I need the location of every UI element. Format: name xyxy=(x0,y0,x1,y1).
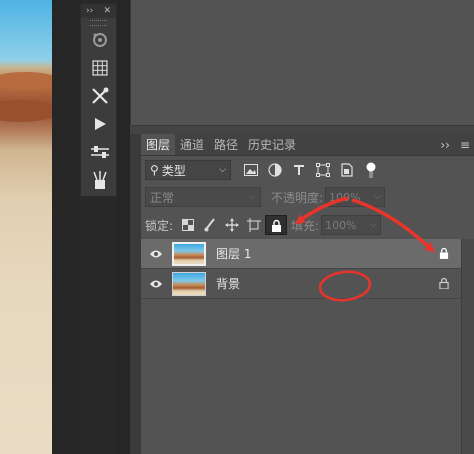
three-d-icon[interactable] xyxy=(81,26,118,54)
canvas-dune xyxy=(0,100,60,122)
opacity-label: 不透明度: xyxy=(271,190,324,205)
layer-thumbnail xyxy=(172,271,206,296)
tools-brush-icon[interactable] xyxy=(81,82,118,110)
layers-panel: 图层 通道 路径 历史记录 ›› ≡ ⚲ 类型 ⌵ 正常 ⌵ 不透明度: 100… xyxy=(141,134,474,454)
document-canvas[interactable] xyxy=(0,0,60,454)
upper-panel-area xyxy=(130,0,474,126)
layer-row[interactable]: 图层 1 xyxy=(141,239,461,269)
lock-all-icon[interactable] xyxy=(265,215,288,235)
panel-edge xyxy=(130,134,141,454)
opacity-value: 100% xyxy=(329,190,361,204)
tool-strip-panel: ›› ✕ xyxy=(80,3,117,197)
lock-transparent-pixels-icon[interactable] xyxy=(177,215,199,235)
filter-toggle-icon[interactable] xyxy=(359,160,383,180)
filter-kind-select[interactable]: ⚲ 类型 ⌵ xyxy=(145,160,231,180)
tab-channels[interactable]: 通道 xyxy=(175,134,209,155)
layer-lock-icon xyxy=(439,247,449,262)
panel-tab-bar: 图层 通道 路径 历史记录 ›› ≡ xyxy=(141,134,474,156)
visibility-eye-icon[interactable] xyxy=(141,279,171,289)
scrollbar[interactable] xyxy=(461,239,474,454)
grid-icon[interactable] xyxy=(81,54,118,82)
tab-layers[interactable]: 图层 xyxy=(141,134,176,155)
lock-image-pixels-icon[interactable] xyxy=(199,215,221,235)
adjustment-filter-icon[interactable] xyxy=(263,160,287,180)
tool-strip-header: ›› ✕ xyxy=(81,4,116,18)
lock-artboard-icon[interactable] xyxy=(243,215,265,235)
visibility-eye-icon[interactable] xyxy=(141,249,171,259)
fill-value: 100% xyxy=(325,218,357,232)
blend-row: 正常 ⌵ 不透明度: 100% ⌵ xyxy=(145,187,386,207)
chevron-down-icon: ⌵ xyxy=(219,165,226,175)
fill-field[interactable]: 100% ⌵ xyxy=(321,215,382,235)
layer-thumbnail xyxy=(172,241,206,266)
tab-history[interactable]: 历史记录 xyxy=(243,134,301,155)
layer-name[interactable]: 背景 xyxy=(216,275,240,292)
blend-mode-select[interactable]: 正常 ⌵ xyxy=(145,187,261,207)
lock-position-icon[interactable] xyxy=(221,215,243,235)
smart-object-filter-icon[interactable] xyxy=(335,160,359,180)
layer-name[interactable]: 图层 1 xyxy=(216,245,251,262)
tab-paths[interactable]: 路径 xyxy=(209,134,243,155)
lock-label: 锁定: xyxy=(145,218,174,233)
expand-panel-icon[interactable]: ›› xyxy=(440,138,450,152)
layer-lock-icon xyxy=(439,277,449,292)
shape-filter-icon[interactable] xyxy=(311,160,335,180)
blend-mode-value: 正常 xyxy=(150,190,175,205)
filter-row: ⚲ 类型 ⌵ xyxy=(145,160,383,180)
brush-presets-icon[interactable] xyxy=(81,166,118,194)
adjust-sliders-icon[interactable] xyxy=(81,138,118,166)
layer-list: 图层 1 背景 xyxy=(141,239,461,299)
filter-kind-label: 类型 xyxy=(161,163,186,178)
panel-gutter xyxy=(117,0,130,454)
chevron-down-icon: ⌵ xyxy=(370,220,378,230)
layer-row[interactable]: 背景 xyxy=(141,269,461,299)
workspace-background xyxy=(52,0,80,454)
text-filter-icon[interactable] xyxy=(287,160,311,180)
close-icon[interactable]: ✕ xyxy=(103,6,111,16)
panel-menu-icon[interactable]: ≡ xyxy=(460,138,470,152)
play-icon[interactable] xyxy=(81,110,118,138)
chevron-down-icon: ⌵ xyxy=(249,192,256,202)
layer-list-empty-area xyxy=(141,299,461,454)
collapse-icon[interactable]: ›› xyxy=(86,6,93,16)
search-icon: ⚲ xyxy=(150,163,159,177)
fill-label: 填充: xyxy=(291,218,320,233)
opacity-field[interactable]: 100% ⌵ xyxy=(325,187,386,207)
chevron-down-icon: ⌵ xyxy=(374,192,382,202)
panel-divider[interactable] xyxy=(130,126,474,134)
lock-row: 锁定: 填充: 100% ⌵ xyxy=(145,214,382,236)
canvas-dune xyxy=(0,72,60,90)
image-filter-icon[interactable] xyxy=(239,160,263,180)
